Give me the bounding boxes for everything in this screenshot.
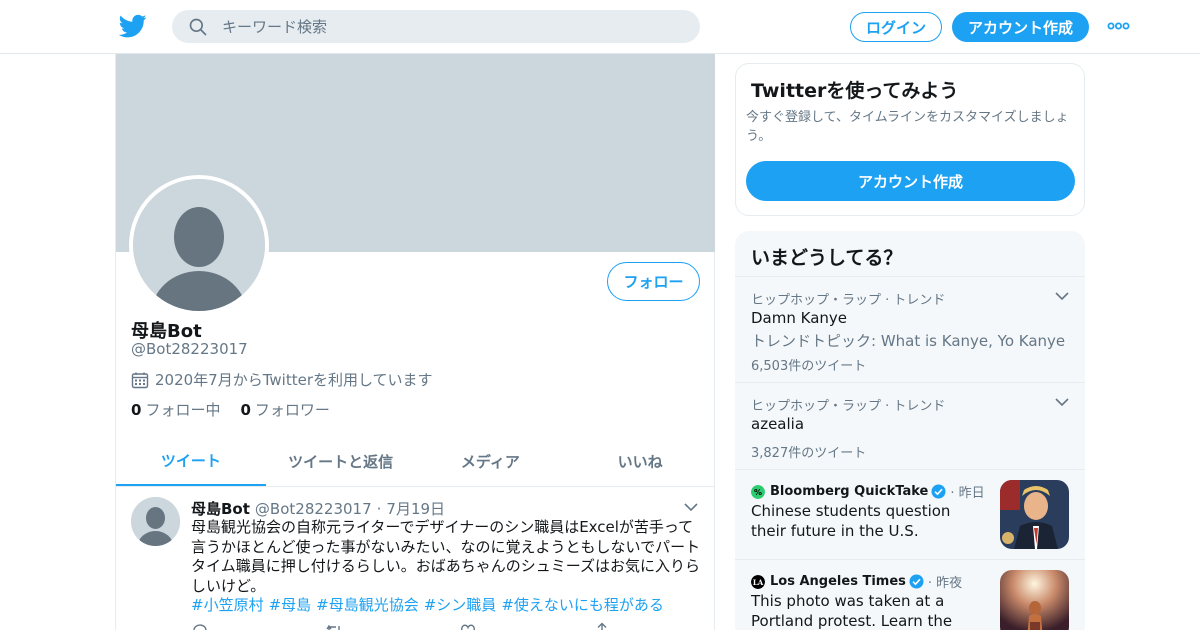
trends-title: いまどうしてる？ <box>751 247 903 269</box>
verified-badge-icon <box>931 484 946 499</box>
hashtag-link[interactable]: #母島 <box>269 594 312 615</box>
tweet-header: 母島Bot @Bot28223017 · 7月19日 <box>191 498 445 519</box>
tweet-hashtags: #小笠原村 #母島 #母島観光協会 #シン職員 #使えないにも程がある <box>191 594 669 615</box>
signup-card-title: Twitterを使ってみよう <box>751 80 959 102</box>
followers-count[interactable]: 0 フォロワー <box>240 399 329 420</box>
bloomberg-logo-icon: % <box>751 484 765 499</box>
news-item[interactable]: % Bloomberg QuickTake · 昨日 Chinese stude… <box>735 469 1085 559</box>
reply-icon[interactable] <box>191 622 209 630</box>
svg-text:%: % <box>754 488 762 497</box>
following-number: 0 <box>131 401 142 419</box>
retweet-icon[interactable] <box>325 622 343 630</box>
hashtag-link[interactable]: #小笠原村 <box>191 594 264 615</box>
following-label: フォロー中 <box>145 401 221 419</box>
tweet-text: 母島観光協会の自称元ライターでデザイナーのシン職員はExcelが苦手って言うかほ… <box>191 518 701 595</box>
search-icon <box>189 18 207 36</box>
hashtag-link[interactable]: #シン職員 <box>424 594 497 615</box>
hashtag-link[interactable]: #使えないにも程がある <box>501 594 664 615</box>
news-source-name: Bloomberg QuickTake <box>770 484 929 499</box>
trend-meta: ヒップホップ・ラップ · トレンド <box>751 293 946 308</box>
news-time: · 昨日 <box>950 486 985 501</box>
tweet-author-handle[interactable]: @Bot28223017 <box>255 500 372 518</box>
news-thumbnail <box>1000 480 1069 549</box>
share-icon[interactable] <box>593 622 611 630</box>
top-bar: ログイン アカウント作成 <box>0 0 1200 54</box>
profile-handle: @Bot28223017 <box>131 340 248 358</box>
chevron-down-icon[interactable] <box>1055 291 1069 301</box>
joined-text: 2020年7月からTwitterを利用しています <box>155 371 433 389</box>
news-time: · 昨夜 <box>927 576 963 591</box>
news-item[interactable]: LA Los Angeles Times · 昨夜 This photo was… <box>735 559 1085 630</box>
followers-number: 0 <box>240 401 251 419</box>
svg-text:LA: LA <box>753 578 764 587</box>
tweet-author-name[interactable]: 母島Bot <box>191 498 250 519</box>
verified-badge-icon <box>909 574 924 589</box>
tweet-separator: · <box>376 500 382 518</box>
news-source: % Bloomberg QuickTake · 昨日 <box>751 482 985 501</box>
news-headline: This photo was taken at a Portland prote… <box>751 592 953 630</box>
followers-label: フォロワー <box>254 401 330 419</box>
tweet-avatar[interactable] <box>131 497 180 546</box>
news-thumbnail <box>1000 570 1069 630</box>
hashtag-link[interactable]: #母島観光協会 <box>316 594 419 615</box>
news-source-name: Los Angeles Times <box>770 574 906 589</box>
trend-item[interactable]: ヒップホップ・ラップ · トレンド azealia 3,827件のツイート <box>735 382 1085 469</box>
login-button[interactable]: ログイン <box>850 12 942 42</box>
twitter-bird-icon[interactable] <box>119 12 147 40</box>
default-avatar-icon <box>133 179 265 311</box>
chevron-down-icon[interactable] <box>684 502 698 512</box>
trend-tweet-count: 6,503件のツイート <box>751 359 867 374</box>
profile-avatar[interactable] <box>129 175 269 315</box>
more-dots-icon[interactable] <box>1107 21 1130 31</box>
following-count[interactable]: 0 フォロー中 <box>131 399 220 420</box>
signup-button[interactable]: アカウント作成 <box>952 12 1089 42</box>
trend-title: Damn Kanye <box>751 309 848 327</box>
calendar-icon <box>131 372 149 388</box>
trend-description: トレンドトピック: What is Kanye, Yo Kanye <box>751 332 1066 350</box>
follow-counts: 0 フォロー中 0 フォロワー <box>131 399 350 420</box>
tab-media[interactable]: メディア <box>416 437 566 486</box>
profile-column: フォロー 母島Bot @Bot28223017 2020年7月からTwitter… <box>115 54 715 630</box>
tab-tweets[interactable]: ツイート <box>116 437 266 486</box>
tab-tweets-replies[interactable]: ツイートと返信 <box>266 437 416 486</box>
tweet-item[interactable]: 母島Bot @Bot28223017 · 7月19日 母島観光協会の自称元ライタ… <box>116 488 715 630</box>
profile-tabs: ツイート ツイートと返信 メディア いいね <box>116 437 715 487</box>
like-icon[interactable] <box>459 622 477 630</box>
tweet-date[interactable]: 7月19日 <box>386 498 445 519</box>
trend-meta: ヒップホップ・ラップ · トレンド <box>751 399 946 414</box>
trends-panel: いまどうしてる？ ヒップホップ・ラップ · トレンド Damn Kanye トレ… <box>735 231 1085 630</box>
search-input[interactable] <box>222 10 682 43</box>
news-source: LA Los Angeles Times · 昨夜 <box>751 572 962 591</box>
signup-card-text: 今すぐ登録して、タイムラインをカスタマイズしましょう。 <box>746 110 1069 144</box>
signup-card: Twitterを使ってみよう 今すぐ登録して、タイムラインをカスタマイズしましょ… <box>735 63 1085 216</box>
trend-item[interactable]: ヒップホップ・ラップ · トレンド Damn Kanye トレンドトピック: W… <box>735 276 1085 382</box>
trend-tweet-count: 3,827件のツイート <box>751 446 867 461</box>
search-box <box>172 10 700 43</box>
la-times-logo-icon: LA <box>751 574 765 589</box>
follow-button[interactable]: フォロー <box>607 262 700 301</box>
joined-date: 2020年7月からTwitterを利用しています <box>131 369 433 390</box>
signup-card-button[interactable]: アカウント作成 <box>746 161 1075 201</box>
news-headline: Chinese students question their future i… <box>751 502 951 540</box>
tweet-actions <box>191 622 611 630</box>
trend-title: azealia <box>751 415 805 433</box>
tab-likes[interactable]: いいね <box>565 437 715 486</box>
chevron-down-icon[interactable] <box>1055 397 1069 407</box>
